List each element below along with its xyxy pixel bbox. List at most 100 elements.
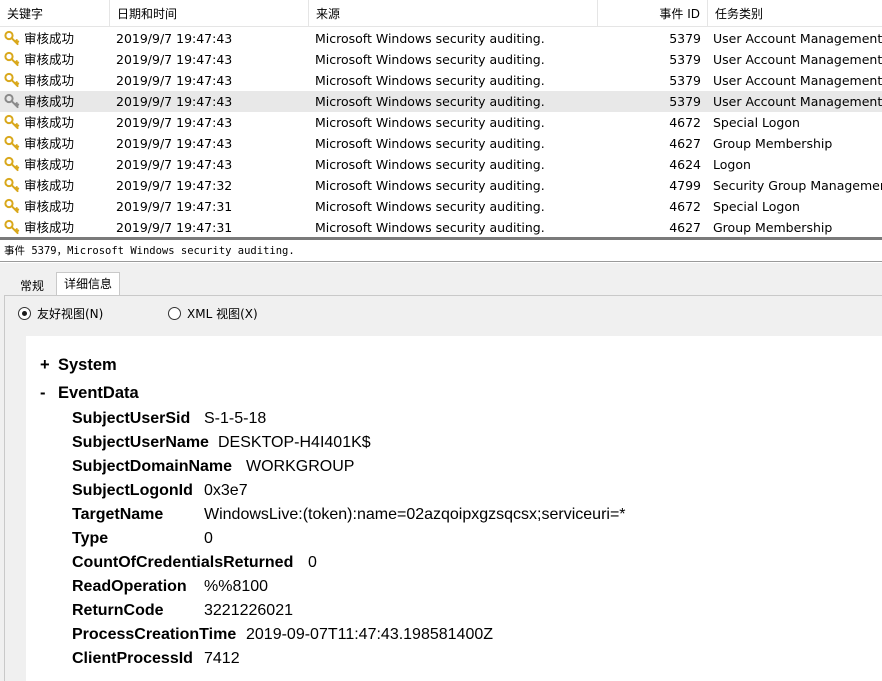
key-icon bbox=[4, 114, 20, 130]
event-list[interactable]: 关键字 日期和时间 来源 事件 ID 任务类别 审核成功 2019/9/7 19:… bbox=[0, 0, 882, 237]
datetime-cell: 2019/9/7 19:47:31 bbox=[116, 199, 233, 214]
event-id-cell: 5379 bbox=[669, 73, 701, 88]
key-icon bbox=[4, 135, 20, 151]
system-section-label: System bbox=[58, 356, 117, 374]
table-row[interactable]: 审核成功 2019/9/7 19:47:43 Microsoft Windows s… bbox=[0, 49, 882, 70]
field-value: 7412 bbox=[204, 650, 240, 667]
xml-view-radio[interactable] bbox=[168, 307, 181, 320]
keyword-cell: 审核成功 bbox=[4, 70, 110, 91]
event-id-cell: 5379 bbox=[669, 31, 701, 46]
datetime-cell: 2019/9/7 19:47:43 bbox=[116, 31, 233, 46]
keyword-cell: 审核成功 bbox=[4, 196, 110, 217]
keyword-cell: 审核成功 bbox=[4, 217, 110, 237]
task-category-cell: User Account Management bbox=[713, 94, 882, 109]
key-icon bbox=[4, 30, 20, 46]
field-name: CountOfCredentialsReturned bbox=[72, 554, 294, 571]
field-name: SubjectUserSid bbox=[72, 410, 191, 427]
key-icon bbox=[4, 198, 20, 214]
field-name: Type bbox=[72, 530, 109, 547]
field-value: 0 bbox=[308, 554, 317, 571]
eventdata-collapse-toggle[interactable]: - bbox=[40, 382, 58, 404]
event-list-header: 关键字 日期和时间 来源 事件 ID 任务类别 bbox=[0, 0, 882, 27]
source-cell: Microsoft Windows security auditing. bbox=[315, 31, 545, 46]
field-value: WORKGROUP bbox=[246, 458, 355, 475]
source-cell: Microsoft Windows security auditing. bbox=[315, 73, 545, 88]
datetime-cell: 2019/9/7 19:47:43 bbox=[116, 52, 233, 67]
key-icon bbox=[4, 93, 20, 109]
key-icon bbox=[4, 177, 20, 193]
field-name: SubjectDomainName bbox=[72, 458, 233, 475]
field-name: ReturnCode bbox=[72, 602, 164, 619]
column-header-datetime[interactable]: 日期和时间 bbox=[110, 0, 309, 27]
event-id-cell: 4624 bbox=[669, 157, 701, 172]
event-detail-pane: 常规 详细信息 友好视图(N) XML 视图(X) + System - Event… bbox=[0, 263, 882, 681]
event-id-cell: 4672 bbox=[669, 115, 701, 130]
datetime-cell: 2019/9/7 19:47:31 bbox=[116, 220, 233, 235]
source-cell: Microsoft Windows security auditing. bbox=[315, 220, 545, 235]
keyword-cell: 审核成功 bbox=[4, 154, 110, 175]
task-category-cell: Security Group Management bbox=[713, 178, 882, 193]
field-value: DESKTOP-H4I401K$ bbox=[218, 434, 371, 451]
event-caption: 事件 5379，Microsoft Windows security audit… bbox=[0, 240, 882, 262]
friendly-view-radio[interactable] bbox=[18, 307, 31, 320]
task-category-cell: User Account Management bbox=[713, 73, 882, 88]
field-value: 0 bbox=[204, 530, 213, 547]
keyword-cell: 审核成功 bbox=[4, 49, 110, 70]
table-row[interactable]: 审核成功 2019/9/7 19:47:43 Microsoft Windows s… bbox=[0, 91, 882, 112]
xml-view-label: XML 视图(X) bbox=[187, 307, 258, 321]
task-category-cell: Special Logon bbox=[713, 199, 800, 214]
tab-general[interactable]: 常规 bbox=[8, 274, 56, 295]
field-value: WindowsLive:(token):name=02azqoipxgzsqcs… bbox=[204, 506, 626, 523]
task-category-cell: Logon bbox=[713, 157, 751, 172]
keyword-text: 审核成功 bbox=[24, 199, 75, 214]
xml-view-option[interactable]: XML 视图(X) bbox=[168, 305, 258, 323]
table-row[interactable]: 审核成功 2019/9/7 19:47:43 Microsoft Windows s… bbox=[0, 70, 882, 91]
datetime-cell: 2019/9/7 19:47:43 bbox=[116, 115, 233, 130]
friendly-view-content: + System - EventData SubjectUserSid S-1-5-1… bbox=[26, 336, 882, 681]
column-header-task-category[interactable]: 任务类别 bbox=[708, 0, 882, 27]
keyword-text: 审核成功 bbox=[24, 220, 75, 235]
table-row[interactable]: 审核成功 2019/9/7 19:47:43 Microsoft Windows s… bbox=[0, 112, 882, 133]
table-row[interactable]: 审核成功 2019/9/7 19:47:31 Microsoft Windows s… bbox=[0, 196, 882, 217]
friendly-view-option[interactable]: 友好视图(N) bbox=[18, 305, 103, 323]
event-id-cell: 5379 bbox=[669, 94, 701, 109]
key-icon bbox=[4, 156, 20, 172]
keyword-cell: 审核成功 bbox=[4, 28, 110, 49]
datetime-cell: 2019/9/7 19:47:43 bbox=[116, 73, 233, 88]
table-row[interactable]: 审核成功 2019/9/7 19:47:43 Microsoft Windows s… bbox=[0, 133, 882, 154]
datetime-cell: 2019/9/7 19:47:43 bbox=[116, 136, 233, 151]
task-category-cell: Group Membership bbox=[713, 220, 833, 235]
keyword-text: 审核成功 bbox=[24, 136, 75, 151]
field-value: 2019-09-07T11:47:43.198581400Z bbox=[246, 626, 494, 643]
eventdata-section[interactable]: - EventData bbox=[40, 382, 139, 404]
keyword-text: 审核成功 bbox=[24, 178, 75, 193]
eventdata-section-label: EventData bbox=[58, 384, 139, 402]
event-id-cell: 4672 bbox=[669, 199, 701, 214]
keyword-text: 审核成功 bbox=[24, 52, 75, 67]
source-cell: Microsoft Windows security auditing. bbox=[315, 115, 545, 130]
field-name: ReadOperation bbox=[72, 578, 187, 595]
datetime-cell: 2019/9/7 19:47:32 bbox=[116, 178, 233, 193]
task-category-cell: User Account Management bbox=[713, 31, 882, 46]
system-section[interactable]: + System bbox=[40, 354, 117, 376]
column-header-source[interactable]: 来源 bbox=[309, 0, 598, 27]
field-name: ClientProcessId bbox=[72, 650, 193, 667]
field-value: 0x3e7 bbox=[204, 482, 248, 499]
datetime-cell: 2019/9/7 19:47:43 bbox=[116, 157, 233, 172]
keyword-cell: 审核成功 bbox=[4, 91, 110, 112]
source-cell: Microsoft Windows security auditing. bbox=[315, 178, 545, 193]
system-expand-toggle[interactable]: + bbox=[40, 354, 58, 376]
table-row[interactable]: 审核成功 2019/9/7 19:47:43 Microsoft Windows s… bbox=[0, 28, 882, 49]
keyword-cell: 审核成功 bbox=[4, 112, 110, 133]
tab-details[interactable]: 详细信息 bbox=[56, 272, 120, 295]
event-id-cell: 5379 bbox=[669, 52, 701, 67]
column-header-keyword[interactable]: 关键字 bbox=[0, 0, 110, 27]
table-row[interactable]: 审核成功 2019/9/7 19:47:31 Microsoft Windows s… bbox=[0, 217, 882, 237]
table-row[interactable]: 审核成功 2019/9/7 19:47:32 Microsoft Windows s… bbox=[0, 175, 882, 196]
column-header-event-id[interactable]: 事件 ID bbox=[598, 0, 708, 27]
field-value: S-1-5-18 bbox=[204, 410, 267, 427]
field-value: 3221226021 bbox=[204, 602, 293, 619]
source-cell: Microsoft Windows security auditing. bbox=[315, 157, 545, 172]
friendly-view-label: 友好视图(N) bbox=[37, 307, 104, 321]
table-row[interactable]: 审核成功 2019/9/7 19:47:43 Microsoft Windows s… bbox=[0, 154, 882, 175]
